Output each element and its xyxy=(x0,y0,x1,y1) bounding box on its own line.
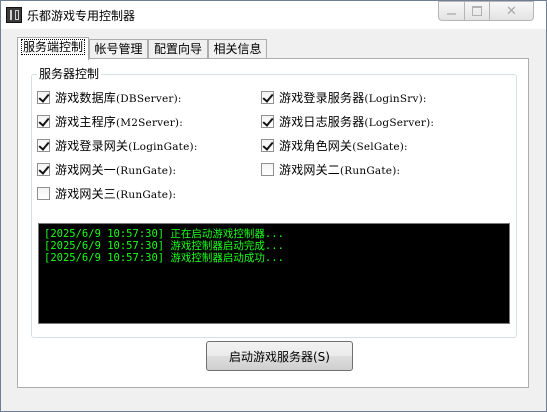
tab-related-info[interactable]: 相关信息 xyxy=(208,39,267,59)
group-title: 服务器控制 xyxy=(37,67,102,81)
tab-server-control[interactable]: 服务端控制 xyxy=(17,37,89,60)
main-window: 乐都游戏专用控制器 ✕ 服务端控制 帐号管理 配置向导 相关信息 服务器控制 游… xyxy=(0,0,547,412)
minimize-icon xyxy=(447,13,456,15)
checkbox-box[interactable] xyxy=(261,114,274,128)
checkbox-detail: (RunGate): xyxy=(116,164,177,177)
checkbox-rungate-3[interactable]: 游戏网关三(RunGate): xyxy=(37,185,176,201)
close-icon: ✕ xyxy=(506,3,517,19)
checkbox-box[interactable] xyxy=(261,90,274,104)
checkbox-label: 游戏网关二 xyxy=(279,162,341,177)
log-output[interactable]: [2025/6/9 10:57:30] 正在启动游戏控制器... [2025/6… xyxy=(38,223,510,324)
tab-label: 相关信息 xyxy=(213,42,262,56)
start-game-server-button[interactable]: 启动游戏服务器(S) xyxy=(206,341,353,371)
checkbox-rungate-2[interactable]: 游戏网关二(RunGate): xyxy=(261,161,400,177)
checkbox-label: 游戏网关三 xyxy=(55,186,117,201)
tab-account-management[interactable]: 帐号管理 xyxy=(89,39,148,59)
close-button[interactable]: ✕ xyxy=(489,1,534,21)
checkbox-label: 游戏主程序 xyxy=(55,114,117,129)
checkbox-detail: (M2Server): xyxy=(116,116,183,129)
checkbox-box[interactable] xyxy=(37,114,50,128)
checkbox-box[interactable] xyxy=(37,138,50,152)
checkbox-dbserver[interactable]: 游戏数据库(DBServer): xyxy=(37,89,182,105)
checkbox-label: 游戏登录网关 xyxy=(55,138,129,153)
checkbox-detail: (RunGate): xyxy=(116,188,177,201)
checkbox-box[interactable] xyxy=(261,138,274,152)
checkbox-loginsrv[interactable]: 游戏登录服务器(LoginSrv): xyxy=(261,89,427,105)
checkbox-box[interactable] xyxy=(261,162,274,176)
checkbox-box[interactable] xyxy=(37,186,50,200)
server-control-panel: 服务器控制 游戏数据库(DBServer): 游戏主程序(M2Server): … xyxy=(17,58,529,388)
checkbox-logserver[interactable]: 游戏日志服务器(LogServer): xyxy=(261,113,434,129)
title-bar[interactable]: 乐都游戏专用控制器 ✕ xyxy=(1,1,546,29)
tab-label: 服务端控制 xyxy=(20,39,85,55)
checkbox-box[interactable] xyxy=(37,90,50,104)
checkbox-label: 游戏数据库 xyxy=(55,90,117,105)
checkbox-label: 游戏角色网关 xyxy=(279,138,353,153)
maximize-icon xyxy=(472,6,482,16)
checkbox-rungate-1[interactable]: 游戏网关一(RunGate): xyxy=(37,161,176,177)
checkbox-detail: (LoginGate): xyxy=(128,140,198,153)
checkbox-detail: (RunGate): xyxy=(340,164,401,177)
checkbox-detail: (LoginSrv): xyxy=(364,92,427,105)
checkbox-box[interactable] xyxy=(37,162,50,176)
checkbox-label: 游戏登录服务器 xyxy=(279,90,365,105)
minimize-button[interactable] xyxy=(438,1,465,21)
checkbox-logingate[interactable]: 游戏登录网关(LoginGate): xyxy=(37,137,198,153)
log-line: [2025/6/9 10:57:30] 正在启动游戏控制器... xyxy=(44,228,284,240)
app-icon xyxy=(6,7,22,23)
checkbox-selgate[interactable]: 游戏角色网关(SelGate): xyxy=(261,137,408,153)
checkbox-detail: (LogServer): xyxy=(364,116,435,129)
checkbox-label: 游戏网关一 xyxy=(55,162,117,177)
window-title: 乐都游戏专用控制器 xyxy=(27,9,136,23)
checkbox-m2server[interactable]: 游戏主程序(M2Server): xyxy=(37,113,183,129)
maximize-button[interactable] xyxy=(464,1,490,21)
checkbox-detail: (SelGate): xyxy=(352,140,408,153)
tab-label: 配置向导 xyxy=(153,42,202,56)
tab-config-wizard[interactable]: 配置向导 xyxy=(148,39,208,59)
checkbox-detail: (DBServer): xyxy=(116,92,182,105)
checkbox-label: 游戏日志服务器 xyxy=(279,114,365,129)
log-line: [2025/6/9 10:57:30] 游戏控制器启动成功... xyxy=(44,252,284,264)
tab-label: 帐号管理 xyxy=(94,42,143,56)
log-line: [2025/6/9 10:57:30] 游戏控制器启动完成... xyxy=(44,240,284,252)
